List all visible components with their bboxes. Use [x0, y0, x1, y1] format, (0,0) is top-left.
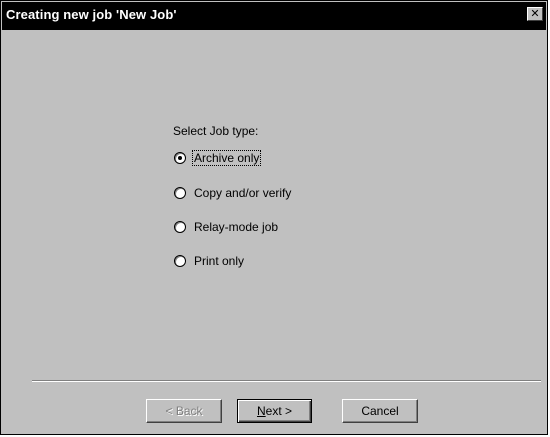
radio-label: Copy and/or verify — [194, 186, 292, 200]
back-button-label: < Back — [165, 404, 203, 418]
radio-button-icon[interactable] — [174, 255, 186, 267]
back-button[interactable]: < Back — [146, 399, 222, 423]
separator-line — [32, 380, 541, 382]
close-button[interactable]: ✕ — [527, 7, 543, 21]
radio-button-icon[interactable] — [174, 187, 186, 199]
radio-label: Relay-mode job — [194, 220, 279, 234]
radio-relay-mode[interactable]: Relay-mode job — [174, 218, 279, 236]
radio-label: Archive only — [191, 150, 262, 166]
cancel-button[interactable]: Cancel — [342, 399, 418, 423]
radio-print-only[interactable]: Print only — [174, 252, 245, 270]
dialog-window: Creating new job 'New Job' ✕ Select Job … — [0, 0, 548, 435]
cancel-button-label: Cancel — [361, 404, 399, 418]
next-button-label: Next > — [256, 404, 293, 418]
radio-button-icon[interactable] — [174, 221, 186, 233]
window-title: Creating new job 'New Job' — [6, 7, 177, 22]
radio-copy-verify[interactable]: Copy and/or verify — [174, 184, 292, 202]
close-icon: ✕ — [530, 7, 540, 20]
radio-button-icon[interactable] — [174, 152, 186, 164]
dialog-content: Select Job type: Archive only Copy and/o… — [2, 30, 546, 433]
radio-archive-only[interactable]: Archive only — [174, 149, 262, 167]
job-type-prompt: Select Job type: — [173, 124, 259, 138]
title-bar[interactable]: Creating new job 'New Job' ✕ — [2, 2, 546, 30]
radio-label: Print only — [194, 254, 245, 268]
next-button[interactable]: Next > — [237, 399, 312, 423]
